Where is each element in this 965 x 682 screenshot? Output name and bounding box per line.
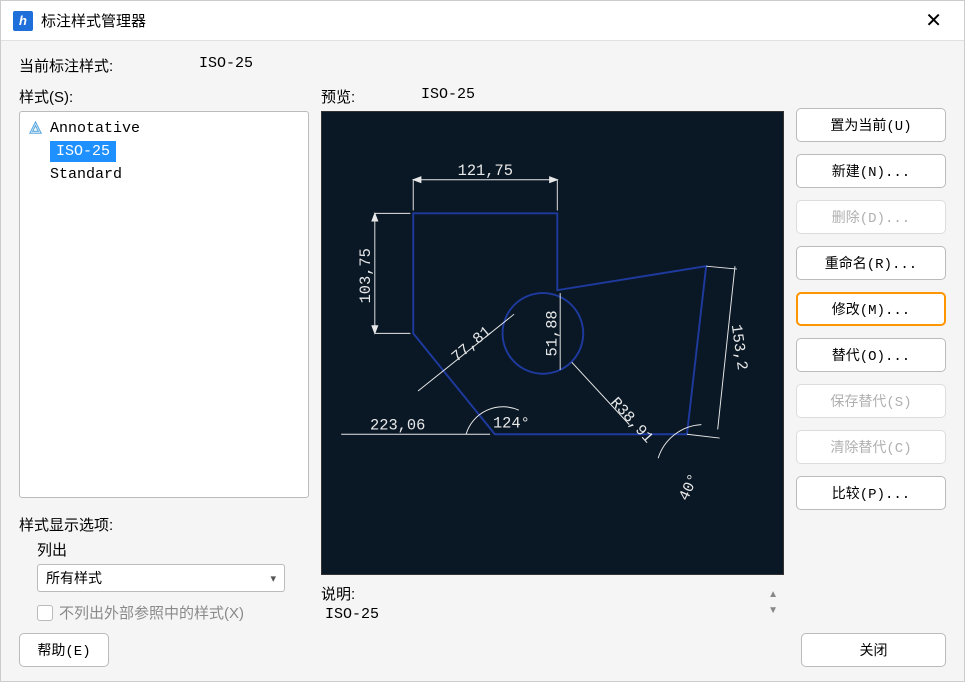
current-style-label: 当前标注样式: (19, 55, 199, 76)
style-item-iso25[interactable]: ISO-25 (20, 139, 308, 164)
dim-right: 153,2 (727, 323, 751, 371)
set-current-button[interactable]: 置为当前(U) (796, 108, 946, 142)
window-title: 标注样式管理器 (41, 10, 915, 31)
close-button[interactable]: 关闭 (801, 633, 946, 667)
annotative-icon (28, 121, 43, 136)
dim-inner: 51,88 (543, 310, 561, 356)
rename-button[interactable]: 重命名(R)... (796, 246, 946, 280)
preview-header: 预览: ISO-25 (321, 86, 784, 107)
select-value: 所有样式 (46, 568, 102, 588)
styles-label: 样式(S): (19, 86, 309, 107)
preview-drawing: 121,75 103,75 153,2 51,88 R38,91 77,81 1… (322, 112, 783, 574)
preview-label: 预览: (321, 86, 421, 107)
right-button-column: 置为当前(U) 新建(N)... 删除(D)... 重命名(R)... 修改(M… (796, 86, 946, 623)
dim-angle1: 124° (493, 415, 530, 433)
dim-radius: R38,91 (606, 394, 656, 447)
description-area: 说明: ISO-25 ▲ ▼ (321, 583, 784, 623)
save-override-button: 保存替代(S) (796, 384, 946, 418)
new-button[interactable]: 新建(N)... (796, 154, 946, 188)
styles-listbox[interactable]: Annotative ISO-25 Standard (19, 111, 309, 498)
description-value: ISO-25 (325, 606, 768, 623)
preview-style-name: ISO-25 (421, 86, 475, 107)
checkbox-label: 不列出外部参照中的样式(X) (59, 602, 244, 623)
style-item-standard[interactable]: Standard (20, 164, 308, 185)
current-style-value: ISO-25 (199, 55, 253, 76)
description-label: 说明: (321, 583, 768, 604)
style-item-label: Annotative (50, 120, 140, 137)
modify-button[interactable]: 修改(M)... (796, 292, 946, 326)
display-options-title: 样式显示选项: (19, 514, 309, 535)
style-item-label: Standard (50, 166, 122, 183)
override-button[interactable]: 替代(O)... (796, 338, 946, 372)
help-button[interactable]: 帮助(E) (19, 633, 109, 667)
clear-override-button: 清除替代(C) (796, 430, 946, 464)
app-icon: h (13, 11, 33, 31)
dim-left: 103,75 (357, 248, 375, 303)
current-style-row: 当前标注样式: ISO-25 (19, 55, 946, 76)
list-label: 列出 (37, 539, 309, 560)
titlebar: h 标注样式管理器 ✕ (1, 1, 964, 41)
compare-button[interactable]: 比较(P)... (796, 476, 946, 510)
close-icon[interactable]: ✕ (915, 4, 952, 37)
spinner-down-icon[interactable]: ▼ (768, 606, 778, 616)
delete-button: 删除(D)... (796, 200, 946, 234)
display-options: 样式显示选项: 列出 所有样式 ▾ 不列出外部参照中的样式(X) (19, 514, 309, 623)
xref-checkbox-row[interactable]: 不列出外部参照中的样式(X) (37, 602, 309, 623)
style-item-label: ISO-25 (50, 141, 116, 162)
description-spinner: ▲ ▼ (768, 583, 784, 623)
center-column: 预览: ISO-25 (321, 86, 784, 623)
chevron-down-icon: ▾ (270, 572, 276, 585)
dim-angle2: 40° (675, 471, 703, 504)
footer: 帮助(E) 关闭 (1, 633, 964, 681)
dim-diag: 77,81 (448, 323, 495, 366)
main-area: 样式(S): Annotative ISO-25 Standard 样式显示选项… (19, 86, 946, 623)
dim-top: 121,75 (458, 162, 513, 180)
spinner-up-icon[interactable]: ▲ (768, 590, 778, 600)
preview-canvas: 121,75 103,75 153,2 51,88 R38,91 77,81 1… (321, 111, 784, 575)
checkbox-icon (37, 605, 53, 621)
list-filter-select[interactable]: 所有样式 ▾ (37, 564, 285, 592)
style-item-annotative[interactable]: Annotative (20, 118, 308, 139)
dimension-style-manager-dialog: h 标注样式管理器 ✕ 当前标注样式: ISO-25 样式(S): Annota… (0, 0, 965, 682)
dim-bottom: 223,06 (370, 416, 425, 434)
left-column: 样式(S): Annotative ISO-25 Standard 样式显示选项… (19, 86, 309, 623)
content-area: 当前标注样式: ISO-25 样式(S): Annotative ISO-25 … (1, 41, 964, 633)
